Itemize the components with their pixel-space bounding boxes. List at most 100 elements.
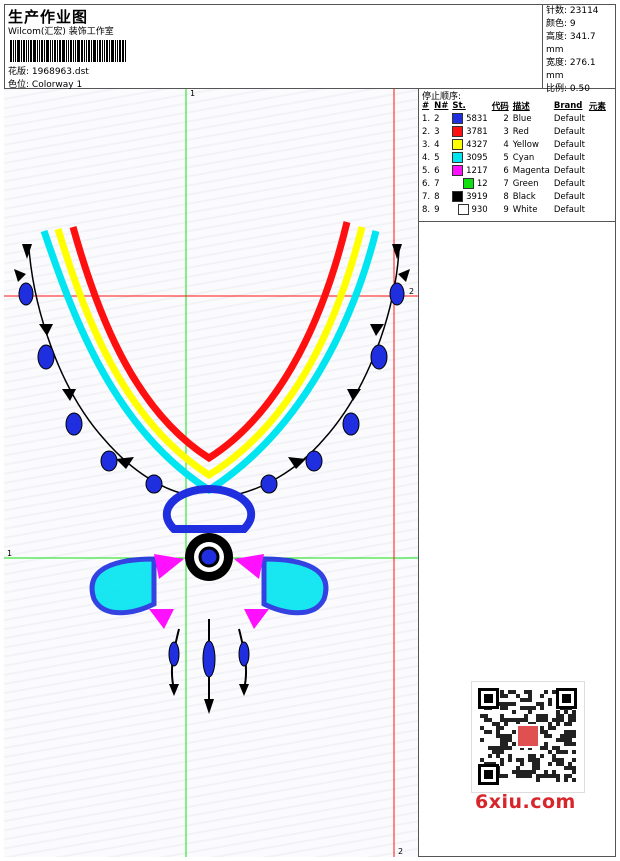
table-row[interactable]: 2. 3 3781 3 Red Default: [420, 125, 608, 138]
stitch-value: 3095: [466, 153, 488, 163]
row-stitches: 5831: [450, 112, 489, 125]
guide-label-h1: 1: [7, 549, 13, 558]
col-element: 元素: [588, 102, 606, 112]
row-code: 8: [503, 191, 509, 202]
row-needle: 7: [434, 178, 440, 189]
row-element: [587, 112, 608, 125]
color-swatch: [452, 165, 464, 176]
barcode: [10, 40, 142, 62]
row-element: [587, 151, 608, 164]
color-swatch: [452, 113, 464, 124]
stitch-value: 3781: [466, 127, 488, 137]
pattern-info: 花版: 1968963.dst: [8, 64, 89, 77]
row-element: [587, 203, 608, 216]
row-brand: Default: [553, 113, 585, 124]
table-row[interactable]: 7. 8 3919 8 Black Default: [420, 190, 608, 203]
row-desc: White: [512, 204, 538, 215]
row-code: 2: [503, 113, 509, 124]
watermark-logo: 6xiu.com: [475, 791, 576, 813]
row-index: 8.: [422, 204, 431, 215]
color-swatch: [452, 126, 464, 137]
row-index: 3.: [422, 139, 431, 150]
central-motif: [89, 484, 329, 714]
row-brand: Default: [553, 165, 585, 176]
pattern-value: 1968963.dst: [31, 67, 89, 77]
row-desc: Blue: [512, 113, 532, 124]
col-brand: Brand: [553, 101, 583, 111]
row-brand: Default: [553, 126, 585, 137]
row-element: [587, 190, 608, 203]
row-stitches: 930: [450, 203, 489, 216]
row-stitches: 3781: [450, 125, 489, 138]
color-swatch: [452, 152, 464, 163]
row-needle: 9: [434, 204, 440, 215]
row-brand: Default: [553, 178, 585, 189]
color-swatch: [457, 204, 469, 215]
stitch-value: 4327: [466, 140, 488, 150]
row-desc: Red: [512, 126, 529, 137]
row-element: [587, 138, 608, 151]
row-desc: Green: [512, 178, 539, 189]
row-desc: Yellow: [512, 139, 539, 150]
stripe-cyan: [40, 229, 380, 495]
row-needle: 8: [434, 191, 440, 202]
row-code: 5: [503, 152, 509, 163]
color-swatch: [463, 178, 475, 189]
row-needle: 2: [434, 113, 440, 124]
col-stitches: St.: [452, 101, 466, 111]
row-element: [587, 177, 608, 190]
stitch-value: 5831: [466, 114, 488, 124]
studio-name: Wilcom(汇宏) 装饰工作室: [8, 27, 114, 37]
table-row[interactable]: 4. 5 3095 5 Cyan Default: [420, 151, 608, 164]
embroidery-preview: [4, 89, 418, 857]
row-brand: Default: [553, 152, 585, 163]
panel-divider: [419, 221, 616, 222]
row-brand: Default: [553, 191, 585, 202]
col-needle: N#: [434, 101, 449, 111]
row-index: 7.: [422, 191, 431, 202]
row-code: 3: [503, 126, 509, 137]
row-index: 4.: [422, 152, 431, 163]
row-element: [587, 164, 608, 177]
design-width: 宽度: 276.1 mm: [546, 58, 596, 81]
row-desc: Cyan: [512, 152, 535, 163]
table-row[interactable]: 8. 9 930 9 White Default: [420, 203, 608, 216]
pattern-label: 花版:: [8, 67, 30, 77]
row-brand: Default: [553, 139, 585, 150]
row-index: 5.: [422, 165, 431, 176]
color-count: 颜色: 9: [546, 19, 576, 29]
row-code: 9: [503, 204, 509, 215]
color-swatch: [452, 191, 464, 202]
row-needle: 3: [434, 126, 440, 137]
stop-sequence-table: # N# St. 代码 描述 Brand 元素 1. 2 5831 2 Blue Def…: [420, 100, 608, 216]
table-header-row: # N# St. 代码 描述 Brand 元素: [420, 100, 608, 112]
stitch-value: 1217: [466, 166, 488, 176]
row-brand: Default: [553, 204, 585, 215]
design-stats: 针数: 23114 颜色: 9 高度: 341.7 mm 宽度: 276.1 m…: [542, 4, 616, 94]
stitch-value: 3919: [466, 192, 488, 202]
design-height: 高度: 341.7 mm: [546, 32, 596, 55]
design-canvas[interactable]: 1 2 1 2: [4, 89, 419, 857]
stitch-count: 针数: 23114: [546, 6, 599, 16]
guide-label-v2: 2: [398, 847, 404, 856]
col-code: 代码: [491, 102, 509, 112]
qr-code-image: [478, 688, 577, 785]
stitch-value: 930: [471, 205, 488, 215]
row-stitches: 12: [450, 177, 489, 190]
row-desc: Black: [512, 191, 536, 202]
row-element: [587, 125, 608, 138]
row-stitches: 3095: [450, 151, 489, 164]
table-row[interactable]: 6. 7 12 7 Green Default: [420, 177, 608, 190]
row-index: 1.: [422, 113, 431, 124]
color-sequence-panel: 停止顺序: # N# St. 代码 描述 Brand 元素 1. 2 5831 2 B…: [419, 89, 616, 857]
table-row[interactable]: 1. 2 5831 2 Blue Default: [420, 112, 608, 125]
row-stitches: 1217: [450, 164, 489, 177]
row-stitches: 3919: [450, 190, 489, 203]
qr-code[interactable]: [471, 681, 585, 793]
stripe-red: [69, 221, 351, 463]
col-desc: 描述: [512, 102, 530, 112]
table-row[interactable]: 3. 4 4327 4 Yellow Default: [420, 138, 608, 151]
row-needle: 6: [434, 165, 440, 176]
table-row[interactable]: 5. 6 1217 6 Magenta Default: [420, 164, 608, 177]
stitch-value: 12: [476, 179, 488, 189]
